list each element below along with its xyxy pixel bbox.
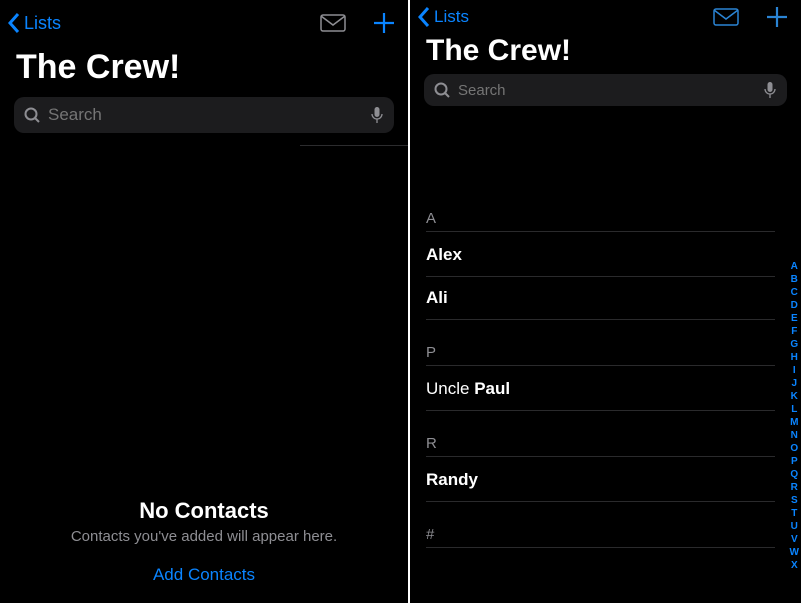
index-letter[interactable]: E (790, 312, 799, 325)
search-input[interactable] (46, 104, 364, 126)
index-letter[interactable]: W (790, 546, 799, 559)
index-letter[interactable]: V (790, 533, 799, 546)
mail-icon[interactable] (713, 8, 739, 26)
nav-actions (320, 11, 396, 35)
empty-title: No Contacts (0, 498, 408, 524)
index-letter[interactable]: H (790, 351, 799, 364)
index-letter[interactable]: T (790, 507, 799, 520)
page-title: The Crew! (410, 34, 801, 68)
add-contact-button[interactable] (372, 11, 396, 35)
index-letter[interactable]: Q (790, 468, 799, 481)
section-header-p: P (426, 340, 775, 365)
dictate-icon[interactable] (763, 81, 777, 99)
add-contacts-button[interactable]: Add Contacts (0, 565, 408, 585)
navbar: Lists (410, 0, 801, 34)
index-letter[interactable]: D (790, 299, 799, 312)
index-letter[interactable]: I (790, 364, 799, 377)
index-letter[interactable]: B (790, 273, 799, 286)
search-icon (24, 107, 40, 123)
index-letter[interactable]: N (790, 429, 799, 442)
index-letter[interactable]: P (790, 455, 799, 468)
section-header-a: A (426, 206, 775, 231)
navbar: Lists (0, 0, 408, 42)
empty-list-pane: Lists The Crew! No Contacts Contacts you… (0, 0, 410, 603)
mail-icon[interactable] (320, 14, 346, 32)
search-field[interactable] (424, 74, 787, 106)
search-icon (434, 82, 450, 98)
index-letter[interactable]: O (790, 442, 799, 455)
index-letter[interactable]: R (790, 481, 799, 494)
index-letter[interactable]: F (790, 325, 799, 338)
index-letter[interactable]: G (790, 338, 799, 351)
index-letter[interactable]: J (790, 377, 799, 390)
index-letter[interactable]: K (790, 390, 799, 403)
back-label: Lists (24, 13, 61, 34)
separator (300, 145, 408, 146)
back-button[interactable]: Lists (8, 13, 61, 34)
contacts-list: A Alex Ali P Uncle Paul R Randy # (410, 206, 801, 548)
section-header-hash: # (426, 522, 775, 547)
index-letter[interactable]: S (790, 494, 799, 507)
search-input[interactable] (456, 81, 757, 100)
populated-list-pane: Lists The Crew! A Alex Ali P Uncle Paul … (410, 0, 801, 603)
page-title: The Crew! (0, 48, 408, 87)
index-letter[interactable]: C (790, 286, 799, 299)
empty-state: No Contacts Contacts you've added will a… (0, 498, 408, 585)
section-header-r: R (426, 431, 775, 456)
index-letter[interactable]: A (790, 260, 799, 273)
contact-row[interactable]: Alex (426, 234, 775, 277)
back-label: Lists (434, 7, 469, 27)
contact-row[interactable]: Uncle Paul (426, 368, 775, 411)
alpha-index-bar[interactable]: ABCDEFGHIJKLMNOPQRSTUVWX (790, 260, 799, 572)
chevron-left-icon (8, 13, 20, 33)
index-letter[interactable]: U (790, 520, 799, 533)
empty-subtitle: Contacts you've added will appear here. (0, 528, 408, 545)
search-field[interactable] (14, 97, 394, 133)
dictate-icon[interactable] (370, 106, 384, 124)
chevron-left-icon (418, 7, 430, 27)
contact-row[interactable]: Ali (426, 277, 775, 320)
back-button[interactable]: Lists (418, 7, 469, 27)
add-contact-button[interactable] (765, 5, 789, 29)
index-letter[interactable]: L (790, 403, 799, 416)
index-letter[interactable]: X (790, 559, 799, 572)
contact-row[interactable]: Randy (426, 459, 775, 502)
index-letter[interactable]: M (790, 416, 799, 429)
nav-actions (713, 5, 789, 29)
